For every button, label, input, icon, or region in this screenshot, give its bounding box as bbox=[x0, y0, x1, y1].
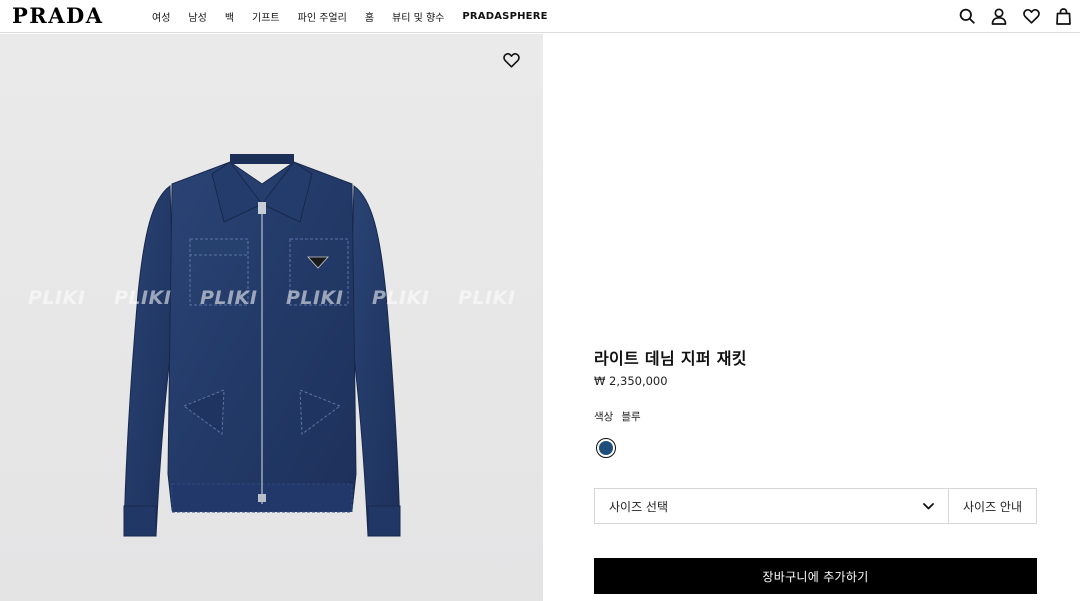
search-icon[interactable] bbox=[958, 6, 976, 26]
nav-item-women[interactable]: 여성 bbox=[152, 9, 170, 24]
chevron-down-icon bbox=[923, 499, 934, 513]
watermark: PLIKI bbox=[114, 287, 172, 309]
watermark: PLIKI bbox=[372, 287, 430, 309]
watermark: PLIKI bbox=[458, 287, 516, 309]
size-guide-button[interactable]: 사이즈 안내 bbox=[948, 488, 1037, 524]
nav-item-home[interactable]: 홈 bbox=[365, 9, 374, 24]
watermark: PLIKI bbox=[28, 287, 86, 309]
swatch-fill bbox=[599, 441, 613, 455]
nav-item-fine-jewelry[interactable]: 파인 주얼리 bbox=[298, 9, 347, 24]
product-price: ₩ 2,350,000 bbox=[594, 374, 668, 388]
wishlist-icon[interactable] bbox=[1022, 6, 1040, 26]
color-row: 색상 블루 bbox=[594, 409, 641, 424]
heart-icon[interactable] bbox=[503, 53, 523, 73]
color-value: 블루 bbox=[621, 411, 641, 423]
color-label: 색상 bbox=[594, 411, 614, 423]
nav-item-men[interactable]: 남성 bbox=[188, 9, 206, 24]
header-icons bbox=[958, 6, 1072, 26]
nav-item-gifts[interactable]: 기프트 bbox=[252, 9, 280, 24]
denim-jacket-image bbox=[123, 154, 401, 537]
color-swatch-blue[interactable] bbox=[596, 438, 616, 458]
product-image-panel[interactable]: PLIKI PLIKI PLIKI PLIKI PLIKI PLIKI bbox=[0, 34, 543, 601]
size-select-label: 사이즈 선택 bbox=[609, 499, 669, 514]
watermark: PLIKI bbox=[286, 287, 344, 309]
nav-item-bags[interactable]: 백 bbox=[225, 9, 234, 24]
watermark-row: PLIKI PLIKI PLIKI PLIKI PLIKI PLIKI bbox=[0, 287, 543, 317]
size-select-dropdown[interactable]: 사이즈 선택 bbox=[594, 488, 949, 524]
nav-item-beauty-fragrance[interactable]: 뷰티 및 향수 bbox=[392, 9, 444, 24]
main-nav: 여성 남성 백 기프트 파인 주얼리 홈 뷰티 및 향수 PRADASPHERE bbox=[152, 0, 566, 32]
prada-logo[interactable]: PRADA bbox=[12, 4, 104, 28]
watermark: PLIKI bbox=[200, 287, 258, 309]
site-header: PRADA 여성 남성 백 기프트 파인 주얼리 홈 뷰티 및 향수 PRADA… bbox=[0, 0, 1080, 33]
add-to-cart-button[interactable]: 장바구니에 추가하기 bbox=[594, 558, 1037, 594]
bag-icon[interactable] bbox=[1054, 6, 1072, 26]
product-title: 라이트 데님 지퍼 재킷 bbox=[594, 349, 747, 368]
account-icon[interactable] bbox=[990, 6, 1008, 26]
nav-item-pradasphere[interactable]: PRADASPHERE bbox=[462, 11, 547, 22]
